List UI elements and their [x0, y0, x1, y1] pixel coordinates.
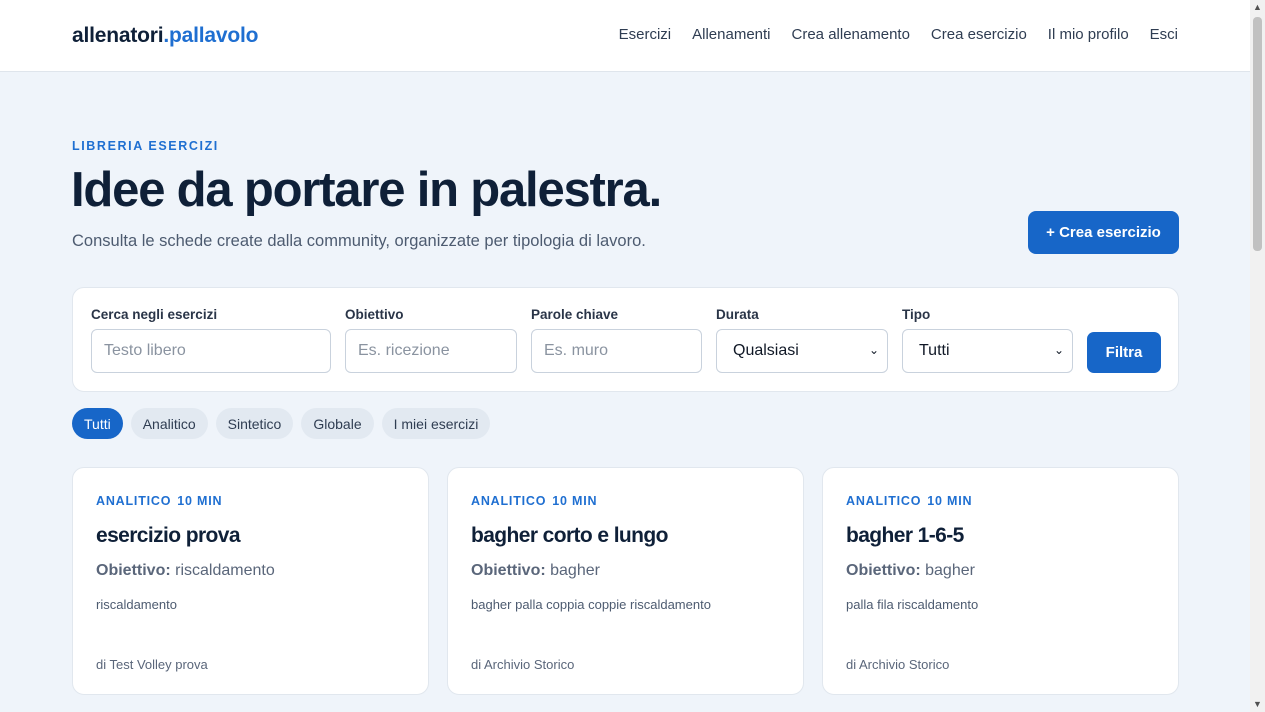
- nav-link-esci[interactable]: Esci: [1150, 26, 1178, 43]
- filter-goal-group: Obiettivo Es. ricezione: [345, 307, 517, 373]
- chip-tutti[interactable]: Tutti: [72, 408, 123, 439]
- goal-label: Obiettivo: [345, 307, 404, 322]
- card-type: ANALITICO: [846, 494, 922, 508]
- exercise-card[interactable]: ANALITICO 10 MIN bagher 1-6-5 Obiettivo: …: [822, 467, 1179, 695]
- logo-text-main: allenatori: [72, 24, 164, 47]
- card-tags: riscaldamento: [96, 597, 177, 612]
- filter-keywords-group: Parole chiave Es. muro: [531, 307, 702, 373]
- filter-type-group: Tipo Tutti ⌄: [902, 307, 1073, 373]
- card-goal: Obiettivo: riscaldamento: [96, 562, 275, 580]
- page: allenatori.pallavolo Esercizi Allenament…: [0, 0, 1250, 712]
- filter-button[interactable]: Filtra: [1087, 332, 1161, 373]
- card-goal-label: Obiettivo:: [96, 562, 171, 579]
- card-duration: 10 MIN: [927, 494, 973, 508]
- vertical-scrollbar[interactable]: ▲ ▼: [1250, 0, 1265, 712]
- duration-label: Durata: [716, 307, 759, 322]
- main-nav: Esercizi Allenamenti Crea allenamento Cr…: [598, 26, 1178, 43]
- card-duration: 10 MIN: [552, 494, 598, 508]
- filter-form: Cerca negli esercizi Testo libero Obiett…: [72, 287, 1179, 392]
- page-subtitle: Consulta le schede create dalla communit…: [72, 232, 646, 250]
- card-title[interactable]: bagher 1-6-5: [846, 524, 964, 548]
- card-tags: bagher palla coppia coppie riscaldamento: [471, 597, 711, 612]
- type-select[interactable]: Tutti ⌄: [902, 329, 1073, 373]
- keywords-label: Parole chiave: [531, 307, 619, 322]
- type-select-value: Tutti: [919, 342, 950, 359]
- card-duration: 10 MIN: [177, 494, 223, 508]
- filter-duration-group: Durata Qualsiasi ⌄: [716, 307, 888, 373]
- scroll-up-arrow-icon[interactable]: ▲: [1253, 2, 1262, 12]
- section-eyebrow: LIBRERIA ESERCIZI: [72, 139, 219, 153]
- nav-link-profilo[interactable]: Il mio profilo: [1048, 26, 1129, 43]
- card-title[interactable]: bagher corto e lungo: [471, 524, 668, 548]
- chip-sintetico[interactable]: Sintetico: [215, 408, 294, 439]
- goal-input[interactable]: Es. ricezione: [345, 329, 517, 373]
- exercise-card[interactable]: ANALITICO 10 MIN esercizio prova Obiettiv…: [72, 467, 429, 695]
- nav-link-esercizi[interactable]: Esercizi: [619, 26, 672, 43]
- chevron-down-icon: ⌄: [868, 343, 879, 357]
- scrollbar-thumb[interactable]: [1253, 17, 1262, 251]
- card-goal: Obiettivo: bagher: [846, 562, 975, 580]
- card-type: ANALITICO: [471, 494, 547, 508]
- keywords-input[interactable]: Es. muro: [531, 329, 702, 373]
- chip-analitico[interactable]: Analitico: [130, 408, 208, 439]
- search-input[interactable]: Testo libero: [91, 329, 331, 373]
- duration-select[interactable]: Qualsiasi ⌄: [716, 329, 888, 373]
- card-type: ANALITICO: [96, 494, 172, 508]
- chip-miei-esercizi[interactable]: I miei esercizi: [381, 408, 491, 439]
- chip-globale[interactable]: Globale: [301, 408, 374, 439]
- site-logo[interactable]: allenatori.pallavolo: [72, 24, 258, 48]
- page-title: Idee da portare in palestra.: [71, 163, 662, 217]
- exercise-card[interactable]: ANALITICO 10 MIN bagher corto e lungo Obi…: [447, 467, 804, 695]
- card-goal-value: bagher: [925, 562, 975, 579]
- card-author: di Test Volley prova: [96, 657, 208, 672]
- nav-link-crea-esercizio[interactable]: Crea esercizio: [931, 26, 1027, 43]
- card-tags: palla fila riscaldamento: [846, 597, 979, 612]
- nav-link-allenamenti[interactable]: Allenamenti: [692, 26, 770, 43]
- duration-select-value: Qualsiasi: [733, 342, 799, 359]
- card-goal-value: bagher: [550, 562, 600, 579]
- search-label: Cerca negli esercizi: [91, 307, 218, 322]
- card-goal-label: Obiettivo:: [471, 562, 546, 579]
- card-goal-value: riscaldamento: [175, 562, 275, 579]
- category-chips: Tutti Analitico Sintetico Globale I miei…: [72, 408, 498, 439]
- create-exercise-button[interactable]: + Crea esercizio: [1028, 211, 1179, 254]
- card-meta: ANALITICO 10 MIN: [96, 494, 222, 508]
- card-title[interactable]: esercizio prova: [96, 524, 241, 548]
- card-meta: ANALITICO 10 MIN: [471, 494, 597, 508]
- card-author: di Archivio Storico: [471, 657, 575, 672]
- type-label: Tipo: [902, 307, 931, 322]
- filter-search-group: Cerca negli esercizi Testo libero: [91, 307, 331, 373]
- card-meta: ANALITICO 10 MIN: [846, 494, 972, 508]
- logo-text-accent: .pallavolo: [163, 24, 259, 47]
- top-navbar: allenatori.pallavolo Esercizi Allenament…: [0, 0, 1250, 72]
- card-goal-label: Obiettivo:: [846, 562, 921, 579]
- card-author: di Archivio Storico: [846, 657, 950, 672]
- nav-link-crea-allenamento[interactable]: Crea allenamento: [792, 26, 910, 43]
- scroll-down-arrow-icon[interactable]: ▼: [1253, 699, 1262, 709]
- chevron-down-icon: ⌄: [1053, 343, 1064, 357]
- card-goal: Obiettivo: bagher: [471, 562, 600, 580]
